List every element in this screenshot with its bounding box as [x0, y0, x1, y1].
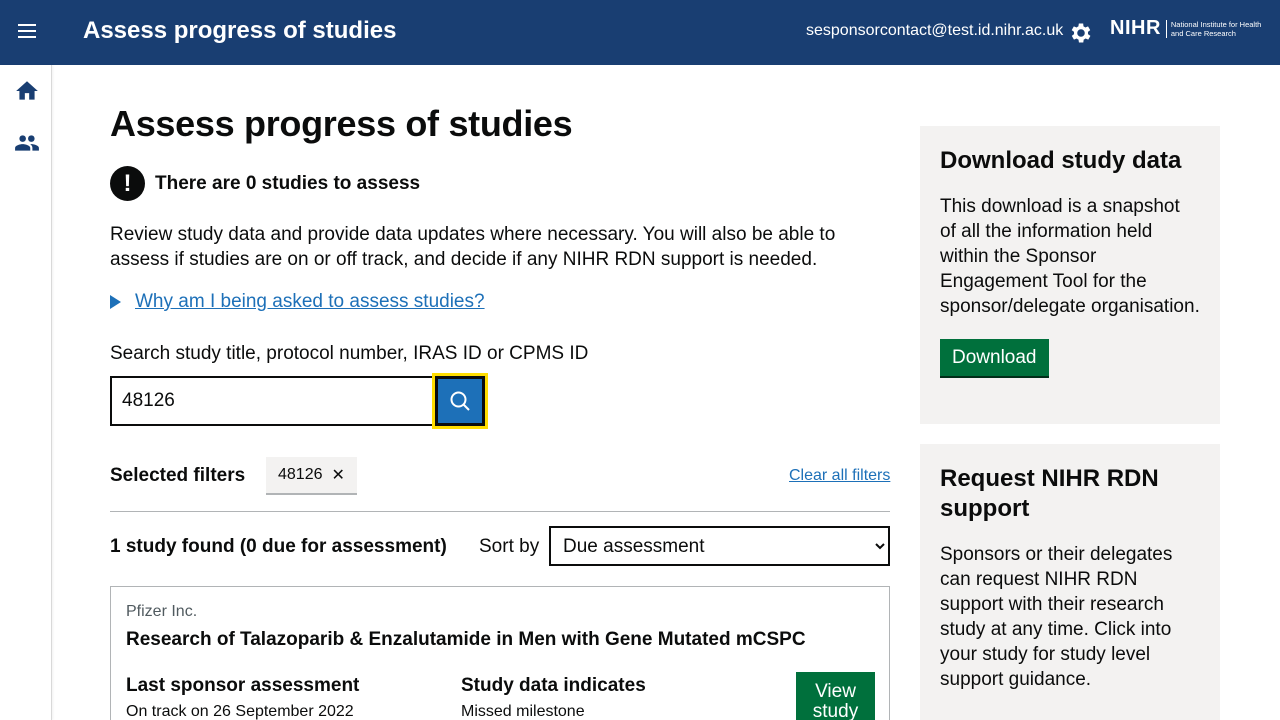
close-icon[interactable]: ✕	[332, 465, 345, 485]
menu-icon[interactable]	[14, 20, 40, 46]
logo-main: NIHR	[1110, 17, 1161, 39]
user-email: sesponsorcontact@test.id.nihr.ac.uk	[806, 22, 1064, 39]
study-title: Research of Talazoparib & Enzalutamide i…	[126, 629, 806, 650]
download-text: This download is a snapshot of all the i…	[940, 196, 1200, 317]
warning-text: There are 0 studies to assess	[155, 172, 421, 194]
sort-select[interactable]: Due assessment	[549, 526, 890, 566]
support-panel: Request NIHR RDN support Sponsors or the…	[920, 444, 1220, 720]
app-title[interactable]: Assess progress of studies	[83, 17, 396, 45]
search-input[interactable]	[110, 376, 436, 426]
page-title: Assess progress of studies	[110, 103, 573, 144]
users-icon[interactable]	[14, 130, 40, 156]
sort-label: Sort by	[479, 536, 540, 557]
logo-sub: National Institute for Health and Care R…	[1165, 19, 1276, 38]
search-button[interactable]	[432, 373, 488, 429]
details-summary-link[interactable]: Why am I being asked to assess studies?	[135, 291, 485, 313]
nihr-logo: NIHR National Institute for Health and C…	[1110, 17, 1276, 40]
filter-chip-label: 48126	[278, 466, 323, 483]
support-text: Sponsors or their delegates can request …	[940, 544, 1173, 690]
divider	[110, 511, 890, 512]
download-panel: Download study data This download is a s…	[920, 126, 1220, 424]
warning-banner: ! There are 0 studies to assess	[110, 166, 420, 201]
download-title: Download study data	[940, 147, 1182, 174]
last-assessment-label: Last sponsor assessment	[126, 675, 360, 696]
filter-chip[interactable]: 48126 ✕	[266, 457, 357, 495]
triangle-right-icon	[110, 295, 121, 309]
home-icon[interactable]	[14, 78, 40, 104]
data-indicates-value: Missed milestone	[461, 703, 585, 720]
gear-icon[interactable]	[1068, 20, 1094, 46]
data-indicates-label: Study data indicates	[461, 675, 646, 696]
clear-all-filters-link[interactable]: Clear all filters	[789, 467, 890, 485]
app-header: Assess progress of studies sesponsorcont…	[0, 0, 1280, 65]
study-org: Pfizer Inc.	[126, 603, 198, 620]
exclamation-icon: !	[110, 166, 145, 201]
search-icon	[438, 379, 482, 423]
results-count: 1 study found (0 due for assessment)	[110, 536, 447, 557]
last-assessment-value: On track on 26 September 2022	[126, 703, 354, 720]
side-navigation	[0, 65, 52, 720]
support-title: Request NIHR RDN support	[940, 465, 1159, 522]
details-toggle[interactable]: Why am I being asked to assess studies?	[110, 291, 485, 313]
study-card: Pfizer Inc. Research of Talazoparib & En…	[110, 586, 890, 720]
view-study-button[interactable]: View study	[796, 672, 875, 720]
search-label: Search study title, protocol number, IRA…	[110, 343, 589, 364]
download-button[interactable]: Download	[940, 339, 1049, 378]
selected-filters-label: Selected filters	[110, 465, 246, 486]
intro-text: Review study data and provide data updat…	[110, 224, 836, 270]
